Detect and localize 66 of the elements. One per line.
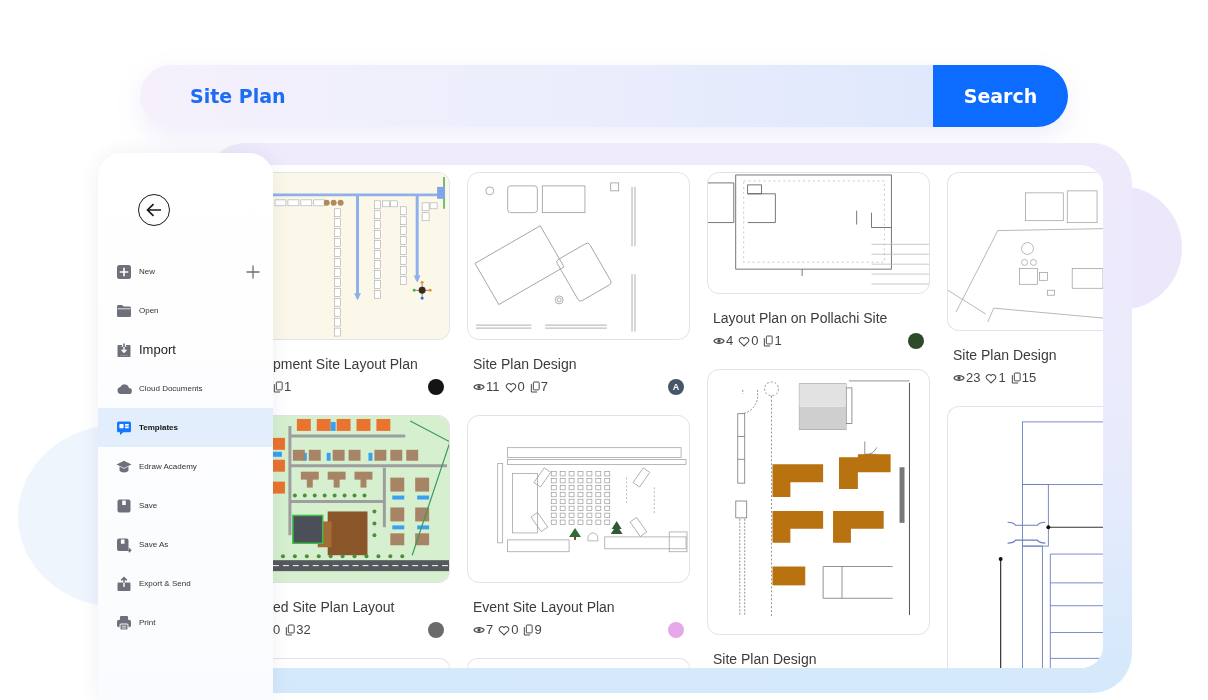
copy-icon	[273, 381, 283, 393]
template-title: pment Site Layout Plan	[273, 355, 419, 373]
sidebar-item[interactable]: Templates	[98, 408, 273, 447]
site-plan-drawing[interactable]	[273, 415, 450, 583]
copy-count: 1	[284, 379, 292, 395]
add-button[interactable]	[246, 264, 260, 279]
sidebar-item[interactable]: New	[98, 252, 246, 291]
card-thumbnail[interactable]	[467, 658, 690, 668]
search-button[interactable]: Search	[933, 65, 1068, 127]
plus-square-icon	[116, 263, 132, 280]
plus-icon	[246, 264, 260, 279]
sidebar-item[interactable]: Edraw Academy	[98, 447, 273, 486]
view-count: 7	[486, 622, 494, 638]
chat-bubble-icon	[116, 419, 132, 436]
template-title: Layout Plan on Pollachi Site	[712, 309, 889, 327]
floor-plan-drawing[interactable]	[707, 172, 930, 294]
template-title: ed Site Plan Layout	[273, 598, 396, 616]
eye-icon	[953, 373, 965, 383]
copy-count: 9	[534, 622, 542, 638]
building-plan-drawing[interactable]	[947, 406, 1103, 668]
heart-icon	[498, 624, 511, 636]
like-count: 0	[751, 333, 759, 349]
sidebar-item[interactable]: Import	[98, 330, 273, 369]
heart-icon	[504, 381, 517, 393]
eye-icon	[473, 625, 485, 635]
copy-icon	[763, 335, 774, 347]
import-tray-icon	[116, 341, 132, 358]
view-count: 11	[486, 379, 500, 395]
like-count: 0	[511, 622, 519, 638]
event-layout-drawing[interactable]	[467, 415, 690, 583]
template-title: Site Plan Design	[472, 355, 578, 373]
arrow-left-icon	[146, 203, 162, 217]
heart-icon	[738, 335, 751, 347]
copy-icon	[529, 381, 540, 393]
graduation-cap-icon	[116, 458, 132, 475]
copy-count: 15	[1021, 370, 1037, 386]
office-layout-drawing[interactable]	[707, 369, 930, 635]
copy-count: 7	[540, 379, 548, 395]
like-count: 1	[998, 370, 1006, 386]
copy-count: 1	[774, 333, 782, 349]
heart-icon	[985, 372, 998, 384]
sidebar-item[interactable]: Save As	[98, 525, 273, 564]
template-title: Event Site Layout Plan	[472, 598, 616, 616]
copy-icon	[285, 624, 296, 636]
printer-icon	[116, 614, 132, 631]
view-count: 23	[966, 370, 981, 386]
sidebar-item[interactable]: Cloud Documents	[98, 369, 273, 408]
eye-icon	[713, 336, 725, 346]
sidebar-item[interactable]: Open	[98, 291, 273, 330]
card-thumbnail[interactable]	[273, 658, 450, 668]
avatar-initial: A	[668, 379, 684, 395]
sidebar-item[interactable]: Export & Send	[98, 564, 273, 603]
like-count: 0	[273, 622, 281, 638]
folder-icon	[116, 302, 132, 319]
template-title: Site Plan Design	[712, 650, 818, 668]
copy-count: 32	[296, 622, 311, 638]
sidebar-item[interactable]: Save	[98, 486, 273, 525]
like-count: 0	[517, 379, 525, 395]
eye-icon	[473, 382, 485, 392]
view-count: 4	[726, 333, 734, 349]
sidebar-item[interactable]: Print	[98, 603, 273, 642]
template-title: Site Plan Design	[952, 346, 1058, 364]
copy-icon	[523, 624, 534, 636]
search-field[interactable]: Site Plan	[140, 65, 933, 127]
upload-tray-icon	[116, 575, 132, 592]
copy-icon	[1010, 372, 1021, 384]
